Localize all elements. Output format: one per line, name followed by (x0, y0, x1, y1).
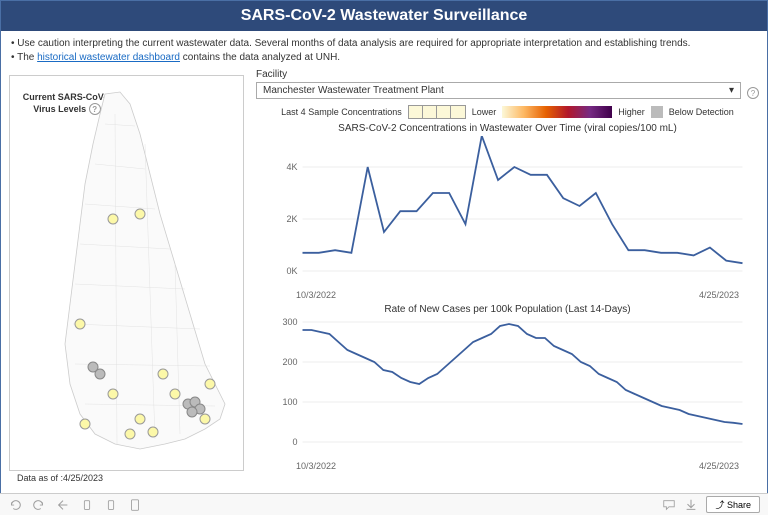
map-marker[interactable] (108, 214, 118, 224)
undo-icon[interactable] (8, 498, 22, 512)
map-marker[interactable] (108, 389, 118, 399)
map-marker[interactable] (95, 369, 105, 379)
map-marker[interactable] (135, 414, 145, 424)
legend-gradient (502, 106, 612, 118)
facility-select[interactable]: Manchester Wastewater Treatment Plant ▾ (256, 82, 741, 99)
device-icon[interactable] (128, 498, 142, 512)
revert-icon[interactable] (56, 498, 70, 512)
comment-icon[interactable] (662, 498, 676, 512)
chart1-title: SARS-CoV-2 Concentrations in Wastewater … (256, 123, 759, 134)
redo-icon[interactable] (32, 498, 46, 512)
download-icon[interactable] (684, 498, 698, 512)
refresh-icon[interactable] (80, 498, 94, 512)
map-marker[interactable] (205, 379, 215, 389)
svg-text:2K: 2K (286, 214, 297, 224)
map-marker[interactable] (158, 369, 168, 379)
x-end: 4/25/2023 (699, 290, 739, 300)
map-marker[interactable] (75, 319, 85, 329)
chevron-down-icon: ▾ (729, 85, 734, 96)
legend: Last 4 Sample Concentrations Lower Highe… (256, 105, 759, 119)
svg-text:4K: 4K (286, 162, 297, 172)
facility-label: Facility (256, 69, 741, 80)
pause-icon[interactable] (104, 498, 118, 512)
x-start: 10/3/2022 (296, 461, 336, 471)
svg-text:100: 100 (282, 397, 297, 407)
svg-text:300: 300 (282, 317, 297, 327)
historical-dashboard-link[interactable]: historical wastewater dashboard (37, 52, 180, 63)
page-title: SARS-CoV-2 Wastewater Surveillance (1, 1, 767, 31)
chart-cases[interactable]: 0 100 200 300 (256, 317, 759, 457)
map-marker[interactable] (135, 209, 145, 219)
svg-text:0K: 0K (286, 266, 297, 276)
note-2-pre: The (17, 52, 37, 63)
nh-map[interactable] (45, 84, 240, 474)
svg-text:200: 200 (282, 357, 297, 367)
x-end: 4/25/2023 (699, 461, 739, 471)
map-marker[interactable] (80, 419, 90, 429)
chart-concentrations[interactable]: 0K 2K 4K (256, 136, 759, 286)
notes: • Use caution interpreting the current w… (1, 31, 767, 69)
share-button[interactable]: ⤴ Share (706, 496, 760, 513)
toolbar: ⤴ Share (0, 493, 768, 515)
map-marker[interactable] (170, 389, 180, 399)
map-marker[interactable] (187, 407, 197, 417)
svg-text:0: 0 (292, 437, 297, 447)
legend-gray (651, 106, 663, 118)
info-icon[interactable]: ? (747, 87, 759, 99)
chart2-title: Rate of New Cases per 100k Population (L… (256, 304, 759, 315)
note-1: Use caution interpreting the current was… (17, 38, 690, 49)
x-start: 10/3/2022 (296, 290, 336, 300)
map-marker[interactable] (200, 414, 210, 424)
note-2-post: contains the data analyzed at UNH. (180, 52, 340, 63)
legend-sample-boxes (408, 105, 466, 119)
map-marker[interactable] (125, 429, 135, 439)
map-marker[interactable] (148, 427, 158, 437)
map-panel: Current SARS-CoV-2 Virus Levels ? (9, 75, 244, 471)
